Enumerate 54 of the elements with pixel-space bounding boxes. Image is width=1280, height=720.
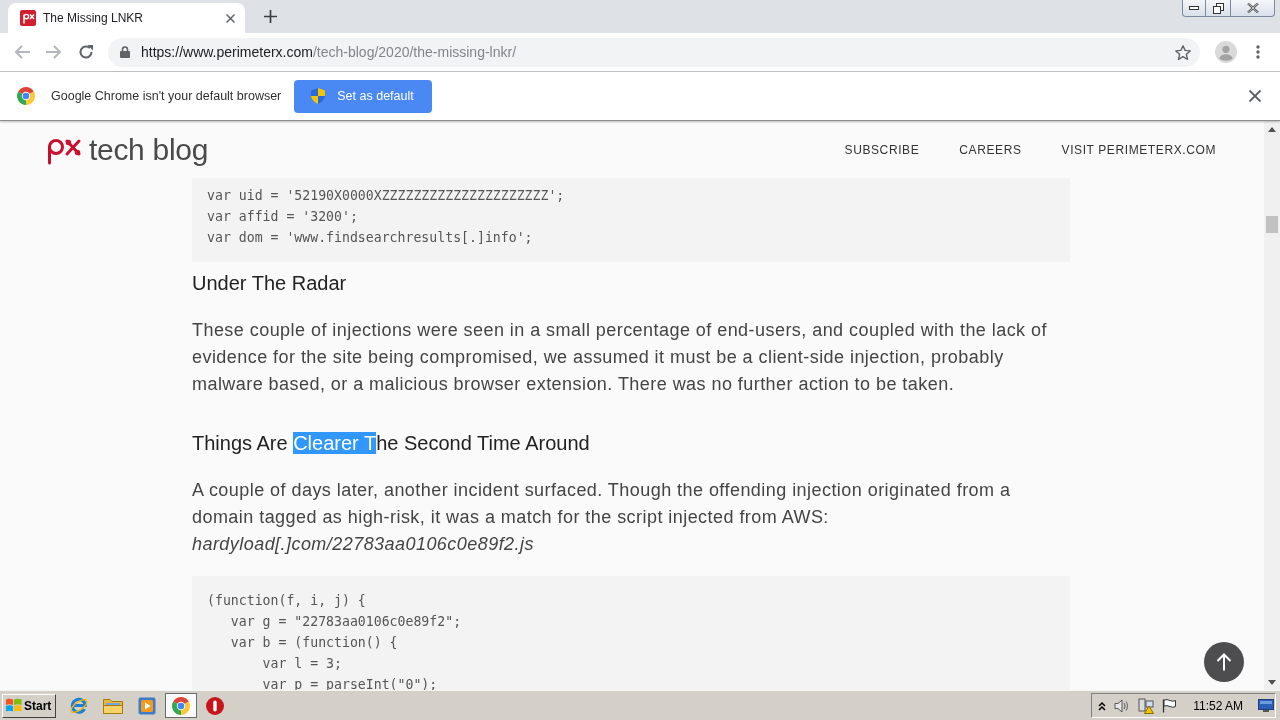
site-logo-text: tech blog (89, 134, 209, 165)
taskbar-app-button[interactable] (165, 693, 197, 718)
nav-link[interactable]: CAREERS (959, 142, 1022, 157)
restore-button[interactable] (1205, 0, 1231, 17)
nav-link[interactable]: VISIT PERIMETERX.COM (1061, 142, 1216, 157)
paragraph: These couple of injections were seen in a small percentage of end-users, and coupled with the lack of evidence for the site being compromised, we assumed it must be a client-side injection, probably malware based, or a malicious browser extension. There was no further action to be taken. (192, 319, 1048, 396)
close-icon (1249, 90, 1261, 102)
folder-icon (103, 697, 123, 714)
minimize-icon (1189, 6, 1199, 10)
lock-icon (120, 46, 130, 58)
clock: 11:52 AM (1193, 698, 1243, 713)
network-warning-icon (1138, 697, 1155, 714)
section-heading: Things Are Clearer The Second Time Around (192, 431, 591, 456)
kebab-menu-icon (1256, 45, 1260, 59)
minimize-button[interactable] (1182, 0, 1206, 17)
paragraph: A couple of days later, another incident surfaced. Though the offending injection originated from a domain tagged as high-risk, it was a match for the script injected from AWS: hardyload[.]com/22783aa0106c0e89f2.js (192, 479, 1012, 556)
site-favicon-icon (20, 10, 36, 26)
scrollbar[interactable] (1264, 121, 1280, 690)
scroll-to-top-button[interactable] (1204, 642, 1244, 682)
address-bar[interactable]: https://www.perimeterx.com/tech-blog/2020/the-missing-lnkr/ (108, 37, 1200, 67)
shield-icon (311, 88, 326, 104)
reload-icon (78, 44, 94, 60)
section-heading: Under The Radar (192, 271, 348, 296)
close-button[interactable] (1247, 88, 1263, 104)
triangle-down-icon (1268, 679, 1276, 685)
flag-icon (1162, 698, 1177, 713)
forward-arrow-icon (46, 45, 62, 59)
browser-tab[interactable]: The Missing LNKR (8, 3, 245, 33)
arrow-up-icon (1216, 653, 1232, 671)
code-block: var uid = '52190X0000XZZZZZZZZZZZZZZZZZZZZZ'; var affid = '3200'; var dom = 'www.findsearchresults[.]info'; (192, 178, 1070, 262)
nav-link[interactable]: SUBSCRIBE (844, 142, 920, 157)
alert-circle-icon (206, 696, 224, 715)
new-tab-button[interactable] (261, 7, 279, 26)
scrollbar-thumb[interactable] (1266, 216, 1278, 233)
window-close-button[interactable] (1230, 0, 1275, 17)
chrome-icon (172, 696, 190, 715)
start-button[interactable]: Start (2, 693, 56, 718)
restore-icon (1212, 2, 1224, 14)
double-chevron-up-icon (1098, 700, 1107, 711)
avatar-icon (1215, 41, 1237, 63)
back-arrow-icon (14, 45, 30, 59)
triangle-up-icon (1268, 126, 1276, 132)
speaker-icon (1114, 697, 1131, 714)
windows-flag-icon (5, 698, 22, 713)
close-icon (1246, 3, 1259, 13)
globe-e-icon (69, 695, 89, 716)
infobar-message: Google Chrome isn't your default browser (51, 89, 282, 103)
network-button[interactable] (1138, 695, 1155, 716)
monitor-icon (1258, 699, 1274, 712)
chrome-logo-icon (17, 87, 35, 105)
star-icon (1175, 44, 1191, 60)
close-icon (225, 13, 235, 23)
media-player-icon (138, 696, 156, 715)
plus-icon (263, 10, 277, 23)
